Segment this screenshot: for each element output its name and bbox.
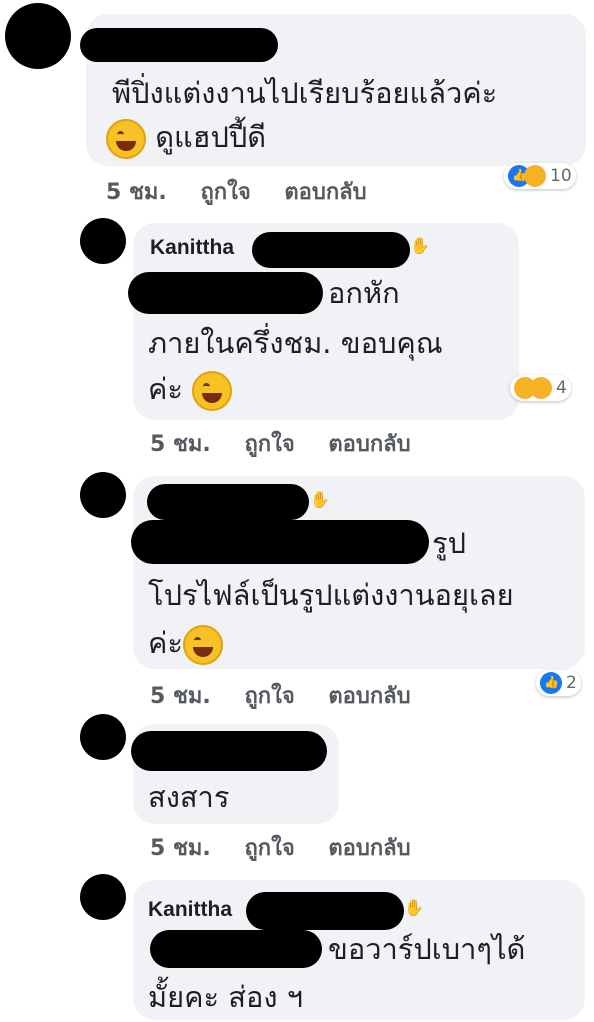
comment-text: ค่ะ (148, 618, 223, 668)
avatar[interactable] (80, 714, 126, 760)
redacted-name (80, 28, 278, 62)
comment-text: รูป (432, 526, 466, 560)
laughing-emoji-icon (192, 371, 233, 411)
comment-text: อกหัก (328, 276, 400, 310)
commenter-name[interactable]: Kanittha (148, 898, 232, 922)
comment-text: มั้ยคะ ส่อง ฯ (148, 980, 304, 1014)
redacted-tag (150, 930, 322, 968)
timestamp[interactable]: 5 ชม. (150, 836, 211, 861)
reply-link[interactable]: ตอบกลับ (284, 180, 366, 205)
wave-icon: ✋ (404, 898, 424, 917)
timestamp[interactable]: 5 ชม. (106, 180, 167, 205)
timestamp[interactable]: 5 ชม. (150, 432, 211, 457)
comment-text: ค่ะ (148, 364, 233, 414)
redacted-name (147, 484, 309, 520)
like-link[interactable]: ถูกใจ (244, 836, 294, 861)
reaction-summary[interactable]: 4 (510, 375, 571, 401)
wave-icon: ✋ (310, 490, 330, 509)
avatar[interactable] (80, 218, 126, 264)
reply-link[interactable]: ตอบกลับ (328, 684, 410, 709)
commenter-name[interactable]: Kanittha (150, 236, 234, 260)
sad-reaction-icon (530, 377, 552, 399)
like-reaction-icon (540, 672, 562, 694)
comment-actions: 5 ชม. ถูกใจ ตอบกลับ (150, 830, 437, 865)
wave-icon: ✋ (410, 236, 430, 255)
like-link[interactable]: ถูกใจ (244, 684, 294, 709)
reply-link[interactable]: ตอบกลับ (328, 836, 410, 861)
reaction-count: 4 (556, 378, 567, 398)
comment-text: ขอวาร์ปเบาๆได้ (328, 932, 526, 966)
redacted-tag (128, 272, 323, 314)
redacted-tag (131, 520, 429, 564)
redacted-name (252, 232, 410, 268)
redacted-name (131, 731, 327, 771)
reaction-summary[interactable]: 10 (504, 163, 576, 189)
avatar[interactable] (80, 472, 126, 518)
like-link[interactable]: ถูกใจ (200, 180, 250, 205)
comment-actions: 5 ชม. ถูกใจ ตอบกลับ (150, 678, 437, 713)
reaction-count: 10 (550, 166, 572, 186)
avatar[interactable] (80, 874, 126, 920)
comment-text: โปรไฟล์เป็นรูปแต่งงานอยุเลย (148, 578, 514, 612)
laughing-emoji-icon (182, 625, 223, 665)
reaction-summary[interactable]: 2 (536, 670, 581, 696)
like-link[interactable]: ถูกใจ (244, 432, 294, 457)
comment-actions: 5 ชม. ถูกใจ ตอบกลับ (150, 426, 437, 461)
comment-text: สงสาร (148, 780, 230, 814)
reaction-count: 2 (566, 673, 577, 693)
haha-reaction-icon (524, 165, 546, 187)
avatar[interactable] (5, 3, 71, 69)
comment-actions: 5 ชม. ถูกใจ ตอบกลับ (106, 174, 393, 209)
comment-text: พีปิ่งแต่งงานไปเรียบร้อยแล้วค่ะ (112, 76, 498, 110)
reply-link[interactable]: ตอบกลับ (328, 432, 410, 457)
comment-text: ภายในครึ่งชม. ขอบคุณ (148, 326, 443, 360)
timestamp[interactable]: 5 ชม. (150, 684, 211, 709)
comment-text: ดูแฮปปี้ดี (106, 112, 266, 162)
laughing-emoji-icon (106, 119, 146, 159)
